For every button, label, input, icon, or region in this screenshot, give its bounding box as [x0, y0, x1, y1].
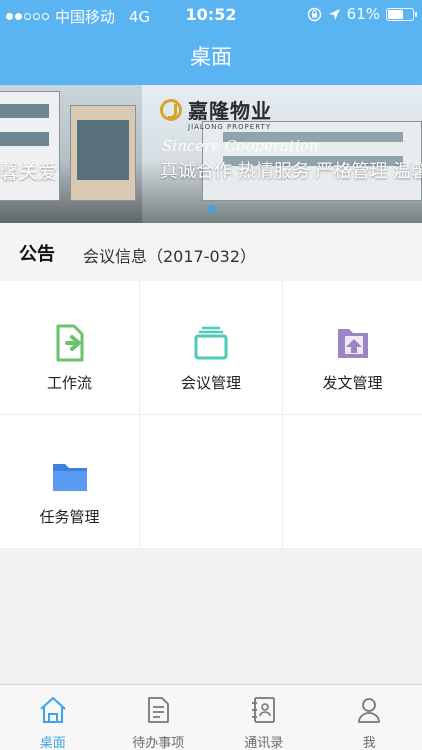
battery-percent: 61% — [346, 5, 380, 23]
location-icon — [328, 8, 340, 20]
tab-label: 我 — [362, 736, 376, 750]
app-grid: 工作流 会议管理 发文管理 任务管理 — [0, 281, 422, 549]
document-upload-icon — [337, 329, 368, 358]
top-bar: 中国移动 4G 10:52 61% 桌面 — [0, 0, 422, 85]
app-workflow[interactable]: 工作流 — [0, 281, 140, 415]
announcement-label: 公告 — [19, 244, 55, 265]
tab-label: 通讯录 — [244, 736, 284, 750]
tab-todo[interactable]: 待办事项 — [106, 685, 212, 750]
logo-mark-icon — [160, 98, 182, 121]
building-image — [0, 91, 60, 201]
company-logo: 嘉隆物业 — [160, 95, 272, 124]
tab-label: 桌面 — [39, 736, 66, 750]
banner-slogan: 真诚合作 热情服务 严格管理 温馨 — [160, 161, 422, 182]
app-task[interactable]: 任务管理 — [0, 415, 140, 549]
app-label: 会议管理 — [180, 374, 241, 392]
logo-name: 嘉隆物业 — [188, 99, 272, 123]
home-icon — [40, 697, 66, 723]
building-image — [70, 105, 136, 201]
banner-carousel[interactable]: 馨关爱 嘉隆物业 JIALONG PROPERTY Sincere Cooper… — [0, 85, 422, 223]
tab-desktop[interactable]: 桌面 — [0, 685, 106, 750]
lock-rotation-icon — [307, 7, 321, 21]
carousel-page-indicator[interactable] — [208, 205, 216, 213]
app-meeting[interactable]: 会议管理 — [140, 281, 283, 415]
contacts-icon — [251, 697, 275, 723]
todo-icon — [148, 697, 170, 723]
page-title: 桌面 — [190, 45, 232, 69]
meeting-icon — [194, 326, 228, 360]
tab-bar: 桌面 待办事项 通讯录 我 — [0, 684, 422, 750]
app-label: 工作流 — [46, 374, 92, 392]
logo-english: JIALONG PROPERTY — [188, 123, 272, 131]
app-label: 发文管理 — [322, 374, 383, 392]
banner-slide-current[interactable]: 嘉隆物业 JIALONG PROPERTY Sincere Cooperatio… — [142, 85, 422, 223]
folder-icon — [52, 464, 87, 491]
workflow-icon — [56, 324, 83, 362]
app-document[interactable]: 发文管理 — [283, 281, 422, 415]
banner-slogan-previous: 馨关爱 — [0, 161, 58, 183]
user-icon — [358, 698, 381, 723]
app-empty-slot — [140, 415, 283, 549]
tab-me[interactable]: 我 — [317, 685, 422, 750]
battery-icon — [386, 7, 417, 21]
banner-tagline: Sincere Cooperation — [162, 137, 319, 155]
status-bar: 中国移动 4G 10:52 61% — [0, 0, 422, 30]
announcement-text[interactable]: 会议信息（2017-032） — [83, 243, 256, 267]
announcement-bar[interactable]: 公告 会议信息（2017-032） — [0, 223, 422, 281]
app-empty-slot — [283, 415, 422, 549]
tab-contacts[interactable]: 通讯录 — [211, 685, 317, 750]
app-label: 任务管理 — [39, 508, 100, 526]
tab-label: 待办事项 — [132, 736, 185, 750]
banner-slide-previous: 馨关爱 — [0, 85, 142, 223]
